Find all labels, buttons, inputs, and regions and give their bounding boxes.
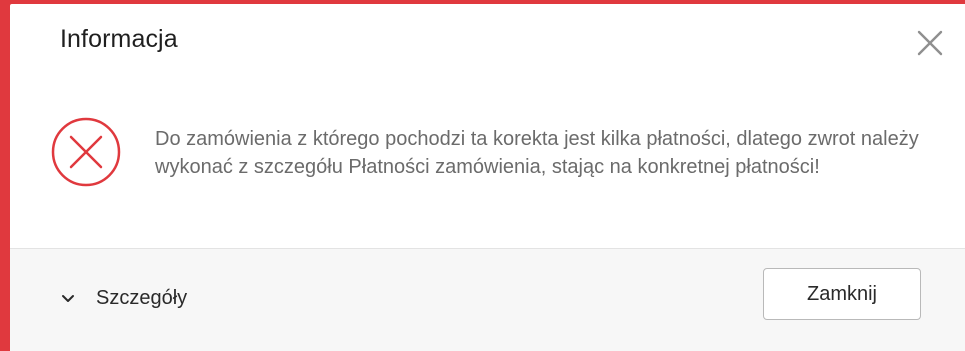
info-dialog: Informacja Do zamówienia z którego pocho… xyxy=(10,4,965,351)
dialog-message: Do zamówienia z którego pochodzi ta kore… xyxy=(155,128,919,178)
details-toggle[interactable]: Szczegóły xyxy=(60,285,187,311)
close-button[interactable]: Zamknij xyxy=(763,268,921,320)
details-label: Szczegóły xyxy=(96,286,188,309)
dialog-header: Informacja xyxy=(10,4,965,80)
close-icon[interactable] xyxy=(915,28,945,58)
chevron-down-icon xyxy=(60,290,76,306)
dialog-footer: Szczegóły Zamknij xyxy=(10,249,965,351)
dialog-title: Informacja xyxy=(60,25,178,53)
dialog-body: Do zamówienia z którego pochodzi ta kore… xyxy=(10,80,965,248)
error-circle-x-icon xyxy=(50,116,122,188)
